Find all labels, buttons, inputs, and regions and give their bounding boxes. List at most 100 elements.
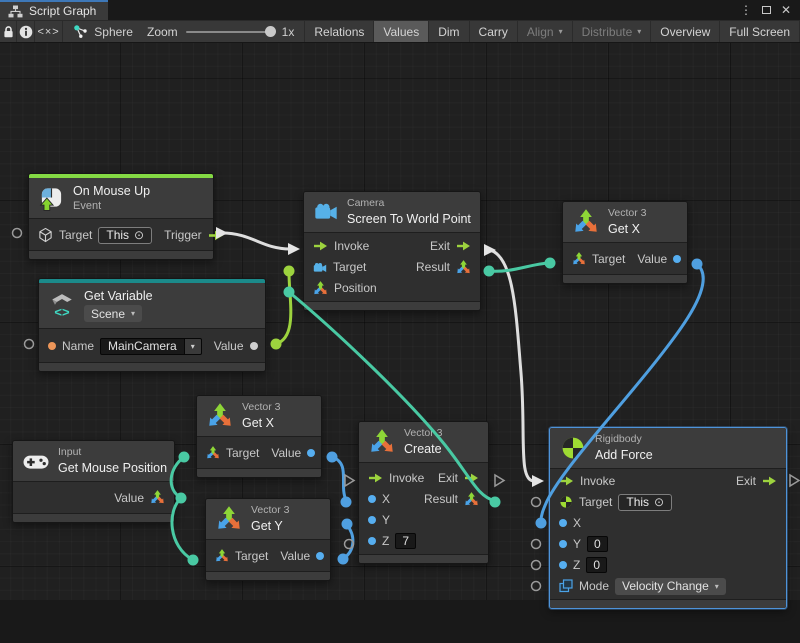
flow-in-icon[interactable]: [368, 473, 383, 483]
window-menu-icon[interactable]: ⋮: [738, 2, 754, 18]
port-create-exit-empty[interactable]: [495, 475, 504, 486]
node-title: Get X: [608, 222, 647, 236]
port-addforce-exit-empty[interactable]: [790, 475, 799, 486]
rigidbody-icon-small[interactable]: [559, 495, 573, 509]
port-y-dot[interactable]: [559, 540, 567, 548]
camera-icon-small[interactable]: [313, 262, 327, 273]
y-value-field[interactable]: 0: [587, 536, 608, 552]
window-maximize-icon[interactable]: [758, 2, 774, 18]
node-get-mouse-position[interactable]: Input Get Mouse Position Value: [12, 440, 175, 523]
node-on-mouse-up[interactable]: On Mouse Up Event Target This ⊙ Trigger: [28, 173, 214, 260]
node-vector3-get-x-mid[interactable]: Vector 3 Get X Target Value: [196, 395, 322, 478]
node-vector3-create[interactable]: Vector 3 Create Invoke Exit X Result: [358, 421, 489, 564]
zoom-slider[interactable]: [186, 31, 274, 33]
port-addforce-invoke-in-arrow[interactable]: [532, 475, 544, 487]
node-get-variable[interactable]: <> Get Variable Scene ▾ Name MainCamera …: [38, 278, 266, 372]
node-screen-to-world-point[interactable]: Camera Screen To World Point Invoke Exit: [303, 191, 481, 311]
port-value-dot[interactable]: [316, 552, 324, 560]
flow-in-icon[interactable]: [559, 476, 574, 486]
port-s2wp-invoke-in-arrow[interactable]: [288, 243, 300, 255]
object-picker-icon: ⊙: [654, 495, 664, 509]
port-z-dot[interactable]: [368, 537, 376, 545]
port-create-invoke-empty[interactable]: [345, 475, 354, 486]
port-getx-top-target-in[interactable]: [545, 258, 556, 269]
vector3-icon[interactable]: [206, 446, 220, 460]
port-value-dot[interactable]: [250, 342, 258, 350]
port-value-label: Value: [271, 446, 301, 460]
port-value-dot[interactable]: [307, 449, 315, 457]
port-s2wp-position-in[interactable]: [284, 287, 295, 298]
port-gety-value-out[interactable]: [338, 554, 349, 565]
port-create-y-in[interactable]: [342, 519, 353, 530]
node-add-force[interactable]: Rigidbody Add Force Invoke Exit: [549, 427, 787, 609]
vector3-icon[interactable]: [313, 281, 328, 296]
port-value-label: Value: [214, 339, 244, 353]
z-value-field[interactable]: 0: [586, 557, 607, 573]
port-addforce-y-empty[interactable]: [532, 540, 541, 549]
port-s2wp-result-out[interactable]: [484, 266, 495, 277]
variable-name-combo[interactable]: MainCamera ▾: [100, 338, 202, 355]
lock-icon[interactable]: [0, 21, 17, 42]
zoom-slider-handle[interactable]: [265, 26, 276, 37]
vector3-icon[interactable]: [456, 260, 471, 275]
toolbar-button-dim[interactable]: Dim: [429, 21, 469, 42]
graph-breadcrumb[interactable]: Sphere: [63, 21, 143, 42]
z-value-field[interactable]: 7: [395, 533, 416, 549]
flow-in-icon[interactable]: [313, 241, 328, 251]
graph-toolbar: <×> Sphere Zoom 1x Relations Values Dim …: [0, 20, 800, 43]
toolbar-button-align[interactable]: Align ▾: [518, 21, 573, 42]
port-variable-value-out[interactable]: [271, 339, 282, 350]
rigidbody-icon: [560, 435, 586, 461]
toolbar-button-values[interactable]: Values: [374, 21, 429, 42]
port-s2wp-exit-out-arrow[interactable]: [484, 244, 496, 256]
vector3-icon[interactable]: [215, 549, 229, 563]
port-getvariable-name-empty[interactable]: [25, 340, 34, 349]
port-s2wp-target-in[interactable]: [284, 266, 295, 277]
code-view-icon[interactable]: <×>: [35, 21, 63, 42]
port-result-label: Result: [424, 492, 458, 506]
vector3-icon[interactable]: [464, 492, 479, 507]
vector3-icon[interactable]: [150, 490, 165, 505]
toolbar-button-full-screen[interactable]: Full Screen: [720, 21, 800, 42]
toolbar-button-distribute[interactable]: Distribute ▾: [573, 21, 652, 42]
node-category: Vector 3: [242, 402, 281, 414]
port-name-dot[interactable]: [48, 342, 56, 350]
port-y-dot[interactable]: [368, 516, 376, 524]
camera-icon: [314, 202, 338, 221]
vector3-icon[interactable]: [572, 252, 586, 266]
port-addforce-mode-empty[interactable]: [532, 582, 541, 591]
port-addforce-x-in[interactable]: [536, 518, 547, 529]
window-close-icon[interactable]: ✕: [778, 2, 794, 18]
flow-out-icon[interactable]: [762, 476, 777, 486]
toolbar-button-overview[interactable]: Overview: [651, 21, 720, 42]
port-addforce-target-empty[interactable]: [532, 498, 541, 507]
port-onmouseup-target-empty[interactable]: [13, 229, 22, 238]
node-category: Vector 3: [608, 208, 647, 220]
port-z-dot[interactable]: [559, 561, 567, 569]
flow-out-icon[interactable]: [464, 473, 479, 483]
port-getx-mid-value-out[interactable]: [327, 452, 338, 463]
port-addforce-z-empty[interactable]: [532, 561, 541, 570]
port-x-dot[interactable]: [559, 519, 567, 527]
port-x-dot[interactable]: [368, 495, 376, 503]
port-create-result-out[interactable]: [490, 497, 501, 508]
port-value-dot[interactable]: [673, 255, 681, 263]
tab-script-graph[interactable]: Script Graph: [0, 0, 108, 20]
target-object-picker[interactable]: This ⊙: [98, 227, 152, 244]
flow-out-icon[interactable]: [456, 241, 471, 251]
port-create-x-in[interactable]: [341, 497, 352, 508]
mode-dropdown[interactable]: Velocity Change ▾: [615, 578, 726, 595]
port-gety-target-in[interactable]: [188, 555, 199, 566]
port-getx-top-value-out[interactable]: [692, 259, 703, 270]
node-vector3-get-x-top[interactable]: Vector 3 Get X Target Value: [562, 201, 688, 284]
port-create-z-empty[interactable]: [345, 540, 354, 549]
port-mouse-value-out[interactable]: [176, 493, 187, 504]
variable-scope-dropdown[interactable]: Scene ▾: [84, 305, 142, 322]
info-icon[interactable]: [17, 21, 34, 42]
port-getx-mid-target-in[interactable]: [179, 452, 190, 463]
node-vector3-get-y[interactable]: Vector 3 Get Y Target Value: [205, 498, 331, 581]
graph-canvas[interactable]: On Mouse Up Event Target This ⊙ Trigger: [0, 43, 800, 600]
toolbar-button-relations[interactable]: Relations: [305, 21, 374, 42]
toolbar-button-carry[interactable]: Carry: [470, 21, 518, 42]
target-object-picker[interactable]: This ⊙: [618, 494, 672, 511]
